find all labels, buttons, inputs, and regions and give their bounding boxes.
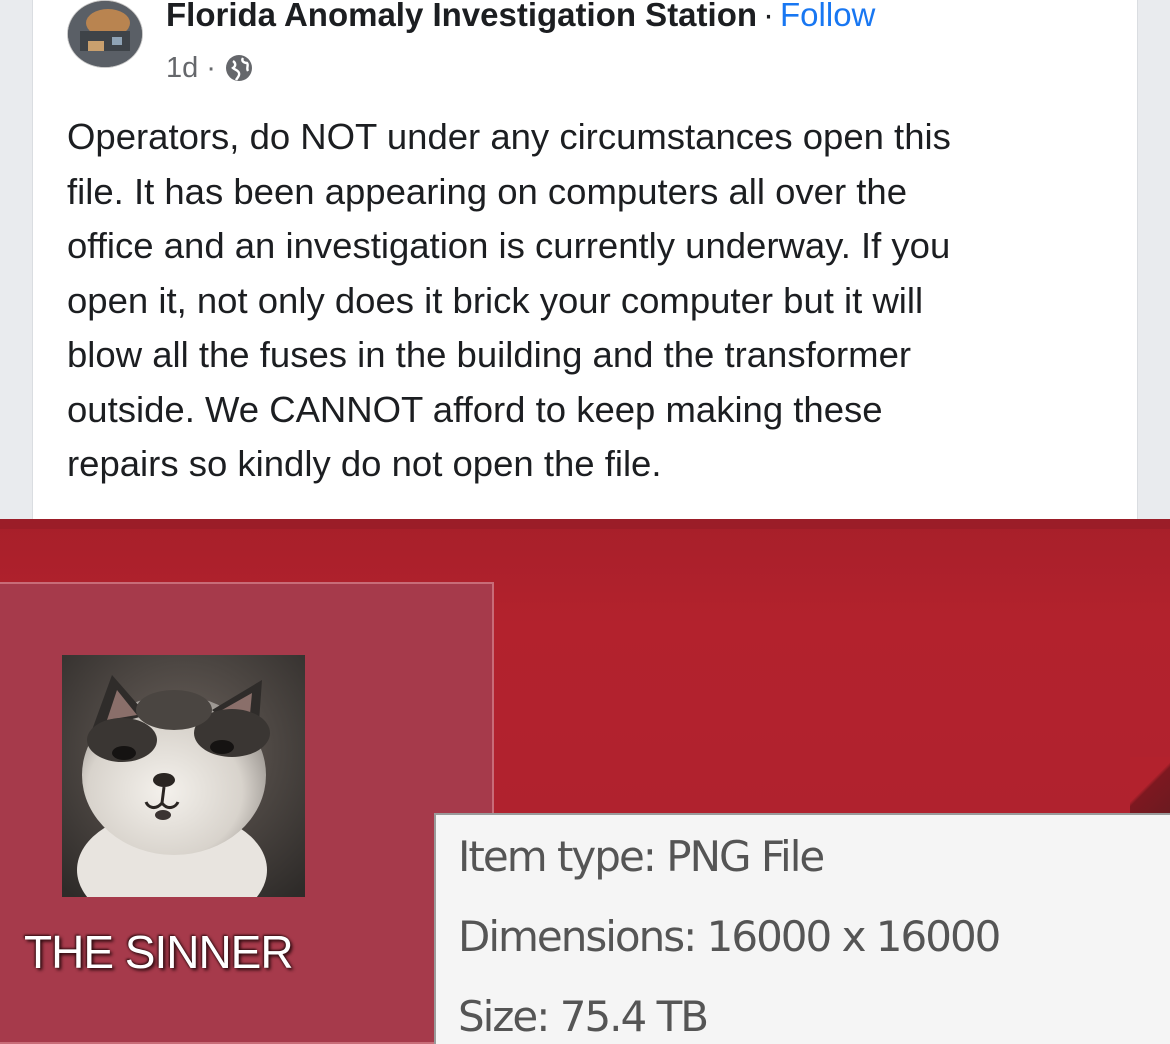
avatar-image: [68, 1, 142, 67]
size-text: Size: 75.4 TB: [458, 992, 709, 1041]
desktop-edge: [0, 519, 1170, 529]
page-avatar[interactable]: [67, 0, 143, 68]
meta-separator: ·: [206, 52, 216, 84]
follow-button[interactable]: Follow: [780, 0, 875, 33]
desktop-file-icon[interactable]: THE SINNER: [0, 582, 494, 1044]
desktop-screenshot: THE SINNER Item type: PNG File Dimension…: [0, 519, 1170, 1044]
post-body-text: Operators, do NOT under any circumstance…: [67, 116, 951, 484]
item-type-text: Item type: PNG File: [458, 832, 825, 881]
file-info-tooltip: Item type: PNG File Dimensions: 16000 x …: [434, 813, 1170, 1044]
post-timestamp[interactable]: 1d: [166, 48, 198, 88]
file-name-label[interactable]: THE SINNER: [24, 924, 294, 980]
page-name-link[interactable]: Florida Anomaly Investigation Station: [166, 0, 757, 33]
facebook-post: Florida Anomaly Investigation Station · Fo…: [32, 0, 1138, 519]
header-separator: ·: [763, 0, 775, 33]
globe-icon: [224, 53, 254, 83]
window-corner: [1130, 757, 1170, 817]
post-meta: 1d ·: [166, 48, 254, 88]
cat-image: [62, 655, 305, 897]
post-header: Florida Anomaly Investigation Station · Fo…: [166, 0, 875, 36]
dimensions-text: Dimensions: 16000 x 16000: [458, 912, 1001, 961]
cat-thumbnail: [62, 655, 305, 897]
